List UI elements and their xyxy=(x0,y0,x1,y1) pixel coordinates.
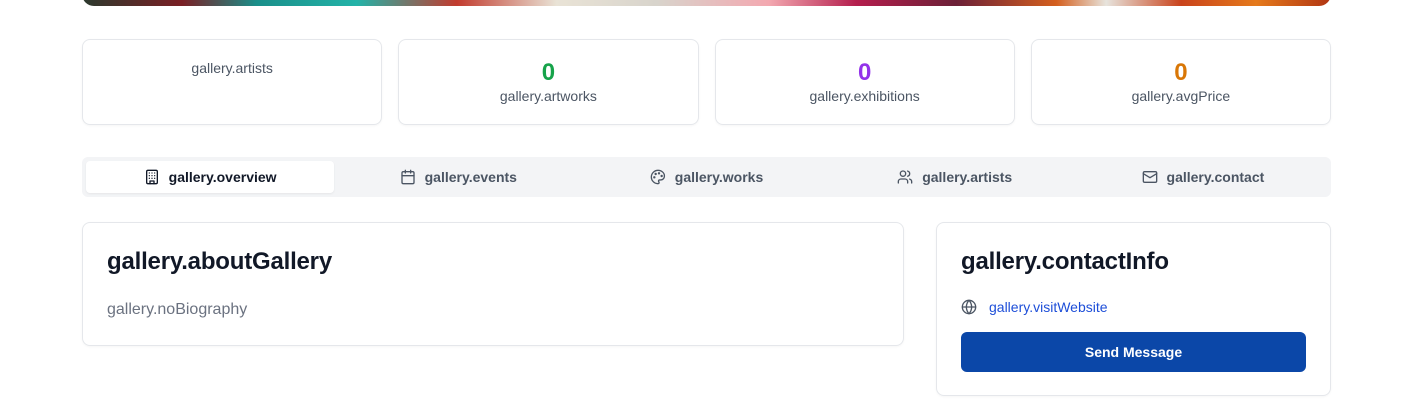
stat-label: gallery.artists xyxy=(191,60,273,76)
tab-works[interactable]: gallery.works xyxy=(582,161,830,193)
stat-label: gallery.exhibitions xyxy=(809,88,920,104)
building-icon xyxy=(145,169,158,185)
visit-website-link[interactable]: gallery.visitWebsite xyxy=(989,299,1108,315)
about-body: gallery.noBiography xyxy=(107,301,248,318)
website-row: gallery.visitWebsite xyxy=(961,299,1306,315)
send-message-button[interactable]: Send Message xyxy=(961,332,1306,372)
tab-label: gallery.works xyxy=(674,169,764,185)
users-icon xyxy=(897,170,913,184)
mail-icon xyxy=(1142,171,1157,183)
contact-title: gallery.contactInfo xyxy=(961,248,1169,275)
tab-label: gallery.events xyxy=(424,169,517,185)
stat-value: 0 xyxy=(541,59,556,86)
stat-card-artworks: 0 gallery.artworks xyxy=(398,39,699,125)
calendar-icon xyxy=(400,169,415,185)
tab-overview[interactable]: gallery.overview xyxy=(86,161,335,193)
tab-label: gallery.artists xyxy=(922,169,1013,185)
stat-card-artists: gallery.artists xyxy=(82,39,383,125)
tab-label: gallery.overview xyxy=(168,169,277,185)
tab-list: gallery.overview gallery.events gallery.… xyxy=(82,157,1331,197)
tab-artists[interactable]: gallery.artists xyxy=(831,161,1079,193)
stat-card-exhibitions: 0 gallery.exhibitions xyxy=(714,39,1015,125)
stat-value: 0 xyxy=(857,59,872,86)
stat-label: gallery.avgPrice xyxy=(1131,88,1231,104)
about-title: gallery.aboutGallery xyxy=(107,248,332,275)
stat-card-avg-price: 0 gallery.avgPrice xyxy=(1030,39,1331,125)
stat-value: 0 xyxy=(1174,59,1188,86)
contact-card: gallery.contactInfo gallery.visitWebsite… xyxy=(936,222,1331,396)
gallery-banner-image xyxy=(82,0,1331,6)
stats-row: gallery.artists 0 gallery.artworks 0 gal… xyxy=(82,39,1331,125)
about-card: gallery.aboutGallery gallery.noBiography xyxy=(82,222,904,346)
globe-icon xyxy=(961,299,977,315)
tab-contact[interactable]: gallery.contact xyxy=(1079,161,1327,193)
palette-icon xyxy=(650,169,665,185)
tab-events[interactable]: gallery.events xyxy=(334,161,582,193)
tab-label: gallery.contact xyxy=(1166,169,1265,185)
stat-label: gallery.artworks xyxy=(499,88,597,104)
